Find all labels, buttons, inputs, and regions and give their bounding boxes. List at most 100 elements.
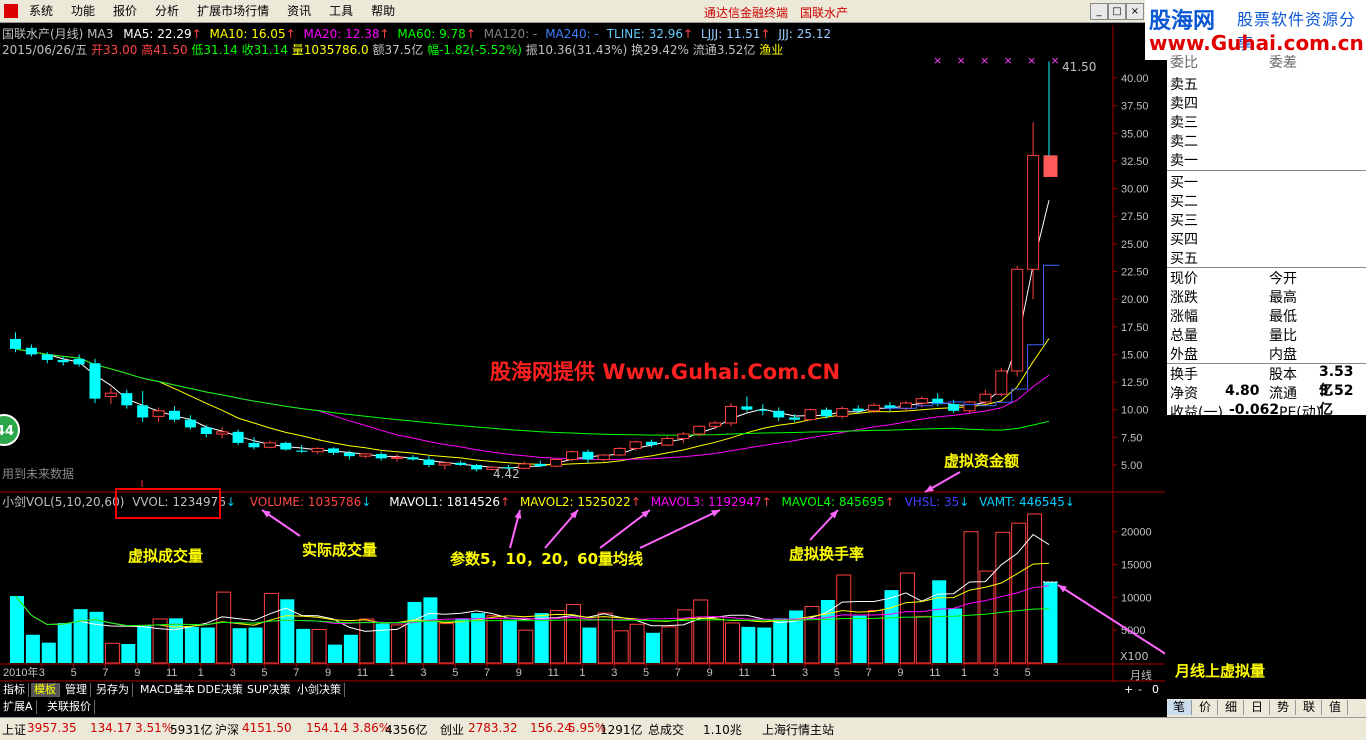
sz-change: 154.14 — [306, 721, 348, 735]
volume-bar — [360, 619, 374, 663]
arrow-actual-volume-head — [262, 510, 271, 518]
tab-xiaojian[interactable]: 小剑决策 — [294, 683, 345, 697]
candle-body — [821, 410, 832, 417]
candle-body — [948, 404, 959, 411]
tab-indicator[interactable]: 指标 — [0, 683, 29, 697]
tab-value[interactable]: 值 — [1323, 700, 1348, 715]
volume-bar — [121, 644, 135, 663]
time-tick-label: 3 — [802, 667, 808, 679]
fund-float-label: 流通 — [1269, 383, 1297, 403]
arrow-params-4 — [640, 510, 720, 548]
candle-body — [964, 402, 975, 411]
tab-manage[interactable]: 管理 — [62, 683, 91, 697]
sell-3: 卖三 — [1170, 112, 1198, 132]
candle-body — [439, 463, 450, 465]
watermark-text: 股海网提供 Www.Guhai.Com.CN — [490, 356, 840, 386]
candle-body — [869, 405, 880, 411]
mavol2-value: MAVOL2: 1525022 — [520, 495, 631, 509]
tab-save-as[interactable]: 另存为 — [93, 683, 133, 697]
candle-body — [646, 442, 657, 445]
tab-link[interactable]: 联 — [1297, 700, 1322, 715]
volume-bar — [980, 571, 994, 663]
candle-body — [392, 457, 403, 458]
volume-bar — [58, 623, 72, 663]
tab-macd[interactable]: MACD基本 — [137, 683, 199, 697]
volume-bar — [455, 618, 469, 663]
vol-title: 小剑VOL(5,10,20,60) — [2, 495, 124, 509]
volume-bar — [264, 593, 278, 663]
volume-bar — [757, 628, 771, 663]
tab-related-quote[interactable]: 关联报价 — [44, 700, 95, 714]
signal-mark: × — [933, 54, 942, 67]
sh-change: 134.17 — [90, 721, 132, 735]
reset-button[interactable]: 0 — [1152, 683, 1159, 696]
signal-mark: × — [957, 54, 966, 67]
volume-bar — [1012, 523, 1026, 663]
tab-template[interactable]: 模板 — [31, 683, 60, 697]
candle-body — [598, 455, 609, 459]
volume-bar — [916, 616, 930, 663]
candle-body — [535, 464, 546, 466]
candle-body — [201, 427, 212, 434]
candle-body — [726, 406, 737, 423]
tab-ext-a[interactable]: 扩展A — [0, 700, 37, 714]
volume-tick-label: 20000 — [1121, 527, 1152, 539]
candle-body — [1028, 155, 1039, 269]
sell-5: 卖五 — [1170, 74, 1198, 94]
tab-day[interactable]: 日 — [1245, 700, 1270, 715]
candle-body — [328, 448, 339, 452]
volume-bar — [630, 624, 644, 663]
candle-body — [233, 432, 244, 443]
candle-body — [10, 339, 21, 349]
volume-bar — [249, 628, 263, 663]
total-value: 1.10兆 — [703, 721, 742, 738]
sell-1: 卖一 — [1170, 150, 1198, 170]
sh-label[interactable]: 上证 — [2, 721, 26, 738]
tab-ticks[interactable]: 笔 — [1167, 700, 1192, 715]
buy-2: 买二 — [1170, 191, 1198, 211]
low-price-label: 4.42 — [493, 467, 520, 481]
candle-body — [519, 464, 530, 468]
candle-body — [169, 411, 180, 420]
annotation-params: 参数5，10，20，60量均线 — [450, 548, 643, 569]
cy-value: 2783.32 — [468, 721, 518, 735]
volume-bar — [821, 600, 835, 663]
candle-body — [789, 417, 800, 419]
price-tick-label: 35.00 — [1121, 128, 1149, 140]
kline-chart[interactable]: 40.0037.5035.0032.5030.0027.5025.0022.50… — [0, 0, 1165, 699]
tab-trend[interactable]: 势 — [1271, 700, 1296, 715]
time-tick-label: 5 — [261, 667, 267, 679]
fund-capital-label: 股本 — [1269, 364, 1297, 384]
zoom-in-button[interactable]: + — [1124, 683, 1133, 696]
candle-body — [614, 448, 625, 455]
price-tick-label: 40.00 — [1121, 73, 1149, 85]
candle-body — [582, 452, 593, 460]
time-tick-label: 7 — [484, 667, 490, 679]
time-tick-label: 1 — [961, 667, 967, 679]
volume-bar — [233, 628, 247, 663]
tab-dde[interactable]: DDE决策 — [194, 683, 247, 697]
candle-body — [853, 409, 864, 411]
tab-price[interactable]: 价 — [1193, 700, 1218, 715]
period-label: 月线 — [1130, 667, 1152, 683]
price-tick-label: 15.00 — [1121, 349, 1149, 361]
candle-body — [153, 411, 164, 417]
mavol3-value: MAVOL3: 1192947 — [651, 495, 762, 509]
zoom-out-button[interactable]: - — [1138, 683, 1142, 696]
volume-bar — [312, 630, 326, 663]
tab-detail[interactable]: 细 — [1219, 700, 1244, 715]
sh-pct: 3.51% — [135, 721, 173, 735]
volume-tick-label: 10000 — [1121, 592, 1152, 604]
sz-label[interactable]: 沪深 — [215, 721, 239, 738]
buy-5: 买五 — [1170, 248, 1198, 268]
sell-4: 卖四 — [1170, 93, 1198, 113]
volume-bar — [296, 629, 310, 663]
cy-label[interactable]: 创业 — [440, 721, 464, 738]
volume-bar — [773, 618, 787, 663]
server-name[interactable]: 上海行情主站 — [762, 721, 834, 738]
time-tick-label: 5 — [1025, 667, 1031, 679]
tab-sup[interactable]: SUP决策 — [244, 683, 295, 697]
candle-body — [757, 410, 768, 411]
volume-bar — [137, 625, 151, 663]
volume-bar — [10, 596, 24, 663]
